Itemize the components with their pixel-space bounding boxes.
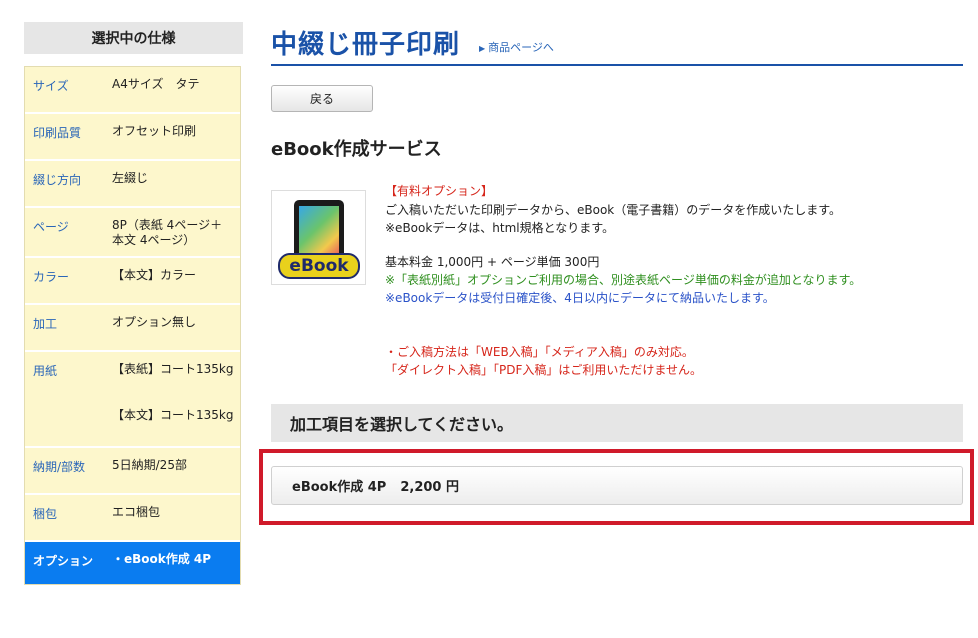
spec-value: オプション無し	[112, 315, 197, 329]
spec-row-color: カラー 【本文】カラー	[25, 258, 240, 305]
spec-label: 綴じ方向	[33, 173, 82, 187]
spec-label: サイズ	[33, 79, 69, 93]
triangle-right-icon: ▶	[479, 44, 486, 53]
page-title: 中綴じ冊子印刷	[271, 30, 461, 60]
spec-label: オプション	[33, 554, 94, 568]
paid-option-label: 【有料オプション】	[385, 184, 494, 198]
format-note: ※eBookデータは、html規格となります。	[385, 221, 615, 235]
submission-note-secondary: 「ダイレクト入稿」「PDF入稿」はご利用いただけません。	[385, 363, 703, 377]
spec-label: 納期/部数	[33, 460, 86, 474]
description-line: ご入稿いただいた印刷データから、eBook（電子書籍）のデータを作成いたします。	[385, 203, 842, 217]
option-price: 2,200 円	[400, 480, 459, 495]
option-ebook-button[interactable]: eBook作成 4P 2,200 円	[271, 466, 963, 505]
ebook-thumbnail: eBook	[271, 190, 366, 285]
spec-value: 左綴じ	[112, 171, 149, 185]
spec-row-size: サイズ A4サイズ タテ	[25, 67, 240, 114]
submission-note: ・ご入稿方法は「WEB入稿」「メディア入稿」のみ対応。	[385, 345, 694, 359]
spec-row-packing: 梱包 エコ梱包	[25, 495, 240, 542]
spec-value: 【本文】カラー	[112, 268, 197, 282]
option-label: eBook作成 4P	[292, 480, 387, 495]
spec-value: オフセット印刷	[112, 124, 197, 138]
spec-row-delivery-quantity: 納期/部数 5日納期/25部	[25, 448, 240, 495]
title-divider	[271, 64, 963, 66]
product-page-link[interactable]: ▶ 商品ページへ	[479, 39, 554, 55]
delivery-note: ※eBookデータは受付日確定後、4日以内にデータにて納品いたします。	[385, 291, 775, 305]
spec-value: エコ梱包	[112, 505, 161, 519]
spec-value: 8P（表紙 4ページ＋本文 4ページ）	[112, 218, 223, 247]
ebook-logo: eBook	[278, 253, 360, 279]
spec-row-print-quality: 印刷品質 オフセット印刷	[25, 114, 240, 161]
spec-row-paper: 用紙 【表紙】コート135kg 【本文】コート135kg	[25, 352, 240, 448]
spec-row-pages: ページ 8P（表紙 4ページ＋本文 4ページ）	[25, 208, 240, 258]
spec-value: ・eBook作成 4P	[112, 552, 212, 566]
spec-value: 【表紙】コート135kg	[112, 362, 234, 376]
spec-label: 加工	[33, 317, 58, 331]
spec-panel-header: 選択中の仕様	[24, 22, 243, 54]
spec-label: 印刷品質	[33, 126, 82, 140]
base-fee: 基本料金 1,000円 + ページ単価 300円	[385, 255, 600, 269]
spec-label: 梱包	[33, 507, 58, 521]
spec-row-option: オプション ・eBook作成 4P	[25, 542, 240, 584]
section-title: eBook作成サービス	[271, 139, 442, 160]
spec-label: カラー	[33, 270, 70, 284]
back-button[interactable]: 戻る	[271, 85, 373, 112]
spec-label: 用紙	[33, 364, 58, 378]
spec-table: サイズ A4サイズ タテ 印刷品質 オフセット印刷 綴じ方向 左綴じ ページ 8…	[24, 66, 241, 585]
spec-row-processing: 加工 オプション無し	[25, 305, 240, 352]
options-header: 加工項目を選択してください。	[271, 404, 963, 442]
spec-value-secondary: 【本文】コート135kg	[112, 408, 234, 422]
product-page-link-label: 商品ページへ	[488, 41, 554, 54]
spec-value: A4サイズ タテ	[112, 77, 200, 91]
spec-value: 5日納期/25部	[112, 458, 187, 472]
spec-row-binding-direction: 綴じ方向 左綴じ	[25, 161, 240, 208]
spec-label: ページ	[33, 220, 69, 234]
cover-note: ※「表紙別紙」オプションご利用の場合、別途表紙ページ単価の料金が追加となります。	[385, 273, 862, 287]
